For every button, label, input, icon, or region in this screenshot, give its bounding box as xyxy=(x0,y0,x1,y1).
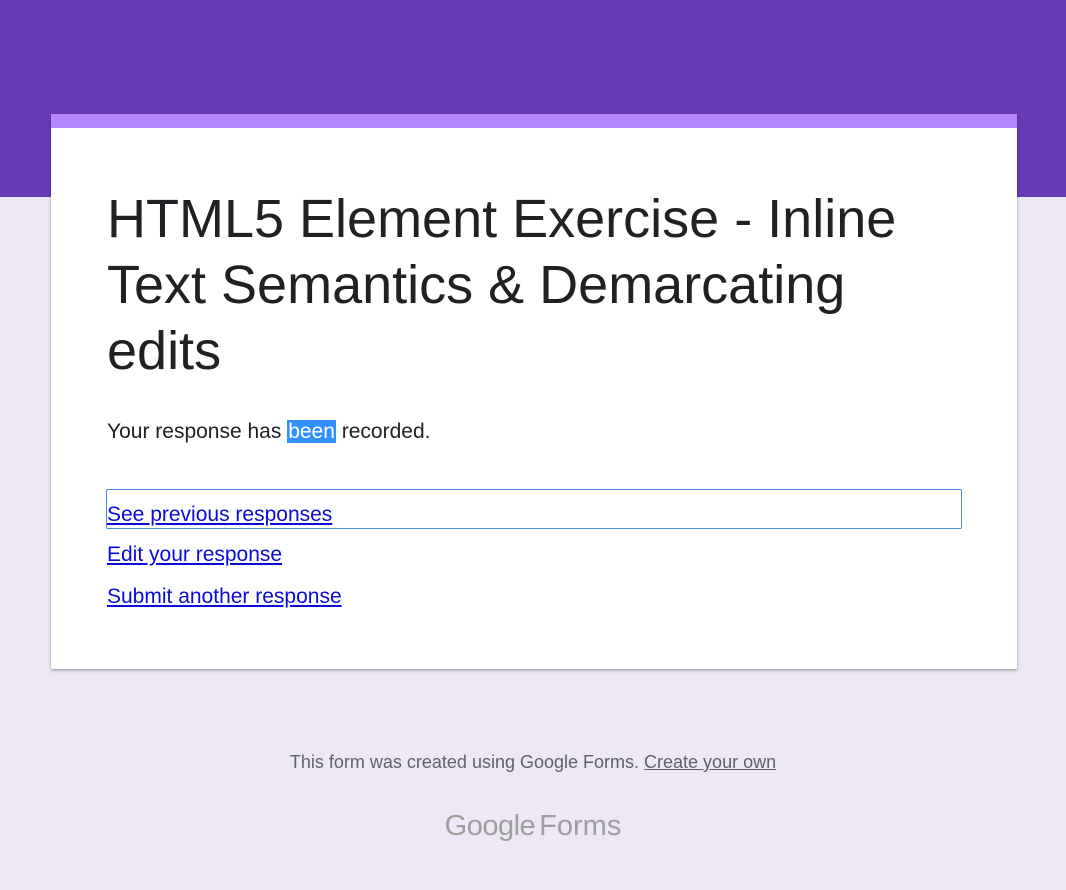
google-forms-logo[interactable]: Google Forms xyxy=(0,806,1066,846)
footer-text: This form was created using Google Forms… xyxy=(289,752,645,772)
edit-response-link[interactable]: Edit your response xyxy=(107,541,282,569)
create-your-own-link[interactable]: Create your own xyxy=(644,752,776,772)
form-card: HTML5 Element Exercise - Inline Text Sem… xyxy=(51,114,1017,669)
selected-text: been xyxy=(287,420,336,443)
see-previous-responses-link[interactable]: See previous responses xyxy=(107,501,332,529)
confirmation-text-after: recorded. xyxy=(335,420,431,443)
submit-another-response-link[interactable]: Submit another response xyxy=(107,583,342,611)
footer-note: This form was created using Google Forms… xyxy=(0,749,1066,775)
form-title: HTML5 Element Exercise - Inline Text Sem… xyxy=(107,189,897,381)
confirmation-text-before: Your response has xyxy=(107,420,288,443)
confirmation-message: Your response has been recorded. xyxy=(107,417,430,447)
logo-forms-text: Forms xyxy=(539,810,622,842)
card-accent-bar xyxy=(51,114,1017,128)
logo-google-text: Google xyxy=(444,810,536,842)
